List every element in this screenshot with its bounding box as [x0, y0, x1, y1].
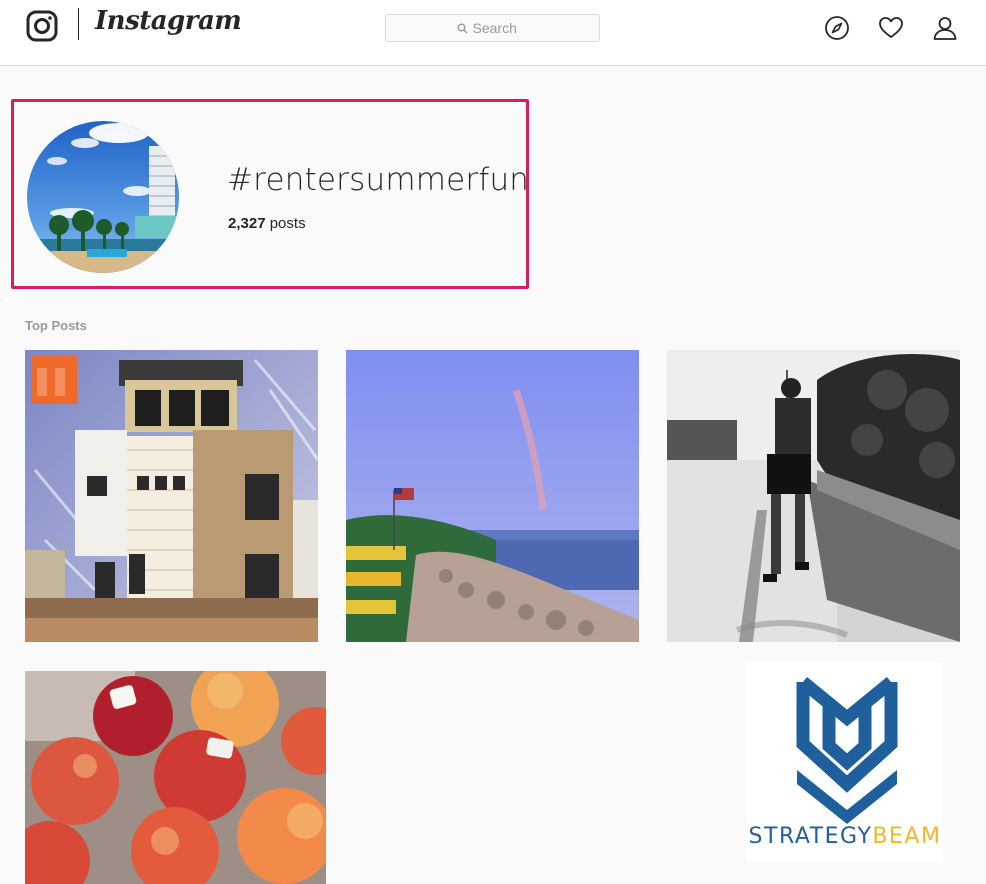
hashtag-profile-highlight: #rentersummerfun 2,327 posts [11, 99, 529, 289]
post-count-label: posts [265, 215, 306, 232]
instagram-glyph-icon[interactable] [26, 10, 58, 42]
top-posts-heading: Top Posts [25, 318, 87, 333]
strategybeam-wordmark: STRATEGYBEAM [747, 824, 943, 849]
top-navigation-bar: Instagram [0, 0, 986, 66]
post-thumbnail-walker[interactable] [667, 350, 960, 642]
post-thumbnail-rainbow-shore[interactable] [346, 350, 639, 642]
instagram-wordmark[interactable]: Instagram [95, 6, 242, 36]
person-icon[interactable] [932, 15, 958, 41]
post-thumbnail-townhouse[interactable] [25, 350, 318, 642]
post-thumbnail-peaches[interactable] [25, 671, 326, 884]
post-thumbnail-strategybeam-logo[interactable]: STRATEGYBEAM [747, 662, 943, 862]
hashtag-title: #rentersummerfun [227, 162, 530, 198]
heart-icon[interactable] [878, 15, 904, 41]
post-count: 2,327 posts [228, 215, 306, 232]
hashtag-avatar [27, 121, 179, 273]
brand-part-beam: BEAM [872, 824, 942, 849]
search-box[interactable] [385, 14, 600, 42]
compass-icon[interactable] [824, 15, 850, 41]
search-icon [457, 23, 467, 33]
search-input[interactable] [472, 20, 529, 36]
brand-part-strategy: STRATEGY [748, 824, 873, 849]
logo-divider [78, 8, 79, 40]
post-count-number: 2,327 [228, 215, 266, 232]
